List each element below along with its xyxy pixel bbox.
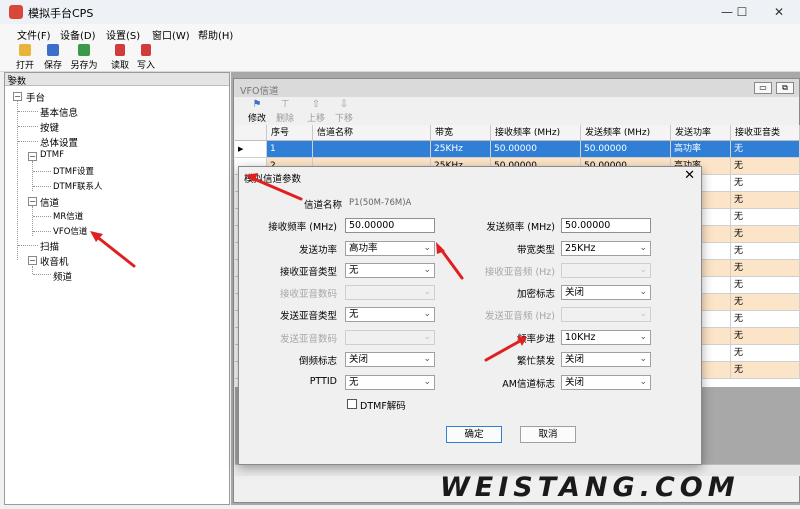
arrow-channel-name xyxy=(250,176,303,201)
arrow-vfo-channel xyxy=(94,234,136,268)
annotation-arrows xyxy=(90,173,527,362)
arrow-tx-power xyxy=(438,246,464,280)
arrow-freq-step xyxy=(484,339,522,362)
